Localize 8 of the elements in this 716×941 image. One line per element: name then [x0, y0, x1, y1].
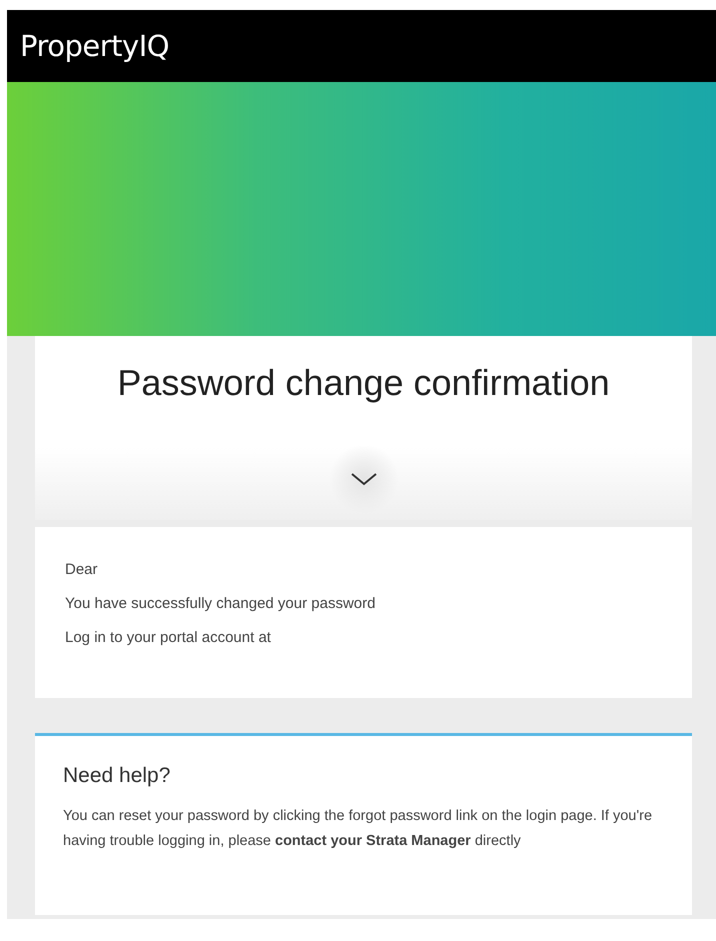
- message-line: You have successfully changed your password: [65, 595, 376, 612]
- message-line: Log in to your portal account at: [65, 629, 272, 646]
- help-text: You can reset your password by clicking the forgot password link on the login page. If you're having trouble logging in, please contact your Strata Manager directly: [63, 807, 654, 851]
- page-title: Password change confirmation: [117, 362, 610, 404]
- help-title: Need help?: [63, 764, 172, 788]
- logo: PropertyIQ: [20, 29, 170, 63]
- chevron-down-icon: [350, 472, 378, 486]
- message-line: Dear: [65, 561, 99, 578]
